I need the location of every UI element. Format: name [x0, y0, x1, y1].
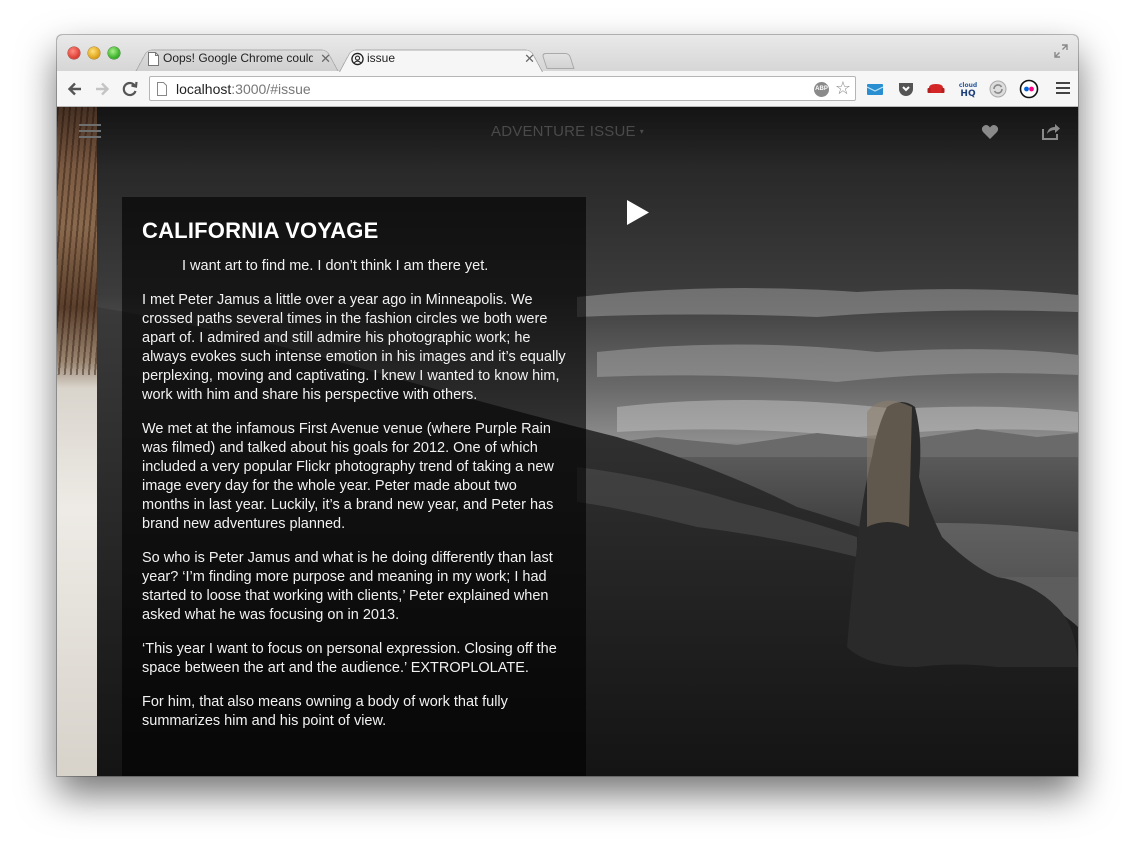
close-window-button[interactable]	[68, 47, 80, 59]
minimize-window-button[interactable]	[88, 47, 100, 59]
tab-bar: Oops! Google Chrome could ✕ issue ✕	[57, 35, 1078, 72]
chevron-down-icon: ▾	[639, 127, 644, 136]
flickr-icon[interactable]	[1019, 79, 1039, 99]
article-panel: CALIFORNIA VOYAGE I want art to find me.…	[122, 197, 586, 776]
adblock-icon[interactable]: ABP	[814, 82, 829, 97]
fullscreen-icon[interactable]	[1054, 44, 1068, 58]
tab-label: Oops! Google Chrome could	[163, 51, 313, 65]
article-paragraph: For him, that also means owning a body o…	[142, 694, 508, 729]
reload-icon[interactable]	[120, 79, 140, 99]
tab-issue[interactable]: issue ✕	[339, 46, 543, 72]
browser-window: Oops! Google Chrome could ✕ issue ✕ loca…	[57, 35, 1078, 776]
pocket-icon[interactable]	[896, 79, 916, 99]
web-page: ADVENTURE ISSUE ▾ CALIFORNIA VOYAGE I wan…	[57, 107, 1078, 776]
article-title: CALIFORNIA VOYAGE	[142, 218, 379, 243]
extension-mail-icon[interactable]	[865, 79, 885, 99]
tab-close-icon[interactable]: ✕	[320, 46, 331, 71]
back-arrow-icon[interactable]	[65, 79, 85, 99]
address-bar[interactable]: localhost:3000/#issue ABP ☆	[149, 76, 856, 101]
url-text: localhost:3000/#issue	[176, 81, 311, 97]
page-icon	[157, 82, 167, 96]
share-icon[interactable]	[1041, 121, 1061, 141]
forward-arrow-icon[interactable]	[92, 79, 112, 99]
heart-icon[interactable]	[981, 124, 999, 140]
zoom-window-button[interactable]	[108, 47, 120, 59]
browser-toolbar: localhost:3000/#issue ABP ☆ cloud HQ	[57, 71, 1078, 107]
background-photo-left	[57, 107, 97, 776]
play-icon[interactable]	[626, 199, 650, 226]
tab-close-icon[interactable]: ✕	[524, 46, 535, 71]
sync-extension-icon[interactable]	[988, 79, 1008, 99]
svg-text:HQ: HQ	[960, 89, 976, 99]
article-paragraph: ‘This year I want to focus on personal e…	[142, 641, 557, 676]
svg-text:cloud: cloud	[959, 82, 977, 89]
chrome-menu-icon[interactable]	[1056, 82, 1070, 95]
article-paragraph: I met Peter Jamus a little over a year a…	[142, 292, 566, 403]
tab-label: issue	[367, 51, 396, 65]
article-paragraph: We met at the infamous First Avenue venu…	[142, 421, 554, 532]
issue-favicon	[351, 52, 364, 66]
couch-extension-icon[interactable]	[926, 79, 946, 99]
bookmark-star-icon[interactable]: ☆	[835, 78, 851, 98]
tab-oops[interactable]: Oops! Google Chrome could ✕	[135, 46, 339, 72]
article-quote: I want art to find me. I don’t think I a…	[182, 258, 489, 274]
article-paragraph: So who is Peter Jamus and what is he doi…	[142, 550, 553, 623]
issue-selector[interactable]: ADVENTURE ISSUE ▾	[57, 123, 1078, 140]
cloudhq-icon[interactable]: cloud HQ	[957, 79, 979, 99]
page-icon	[148, 52, 159, 66]
new-tab-button[interactable]	[541, 53, 575, 69]
